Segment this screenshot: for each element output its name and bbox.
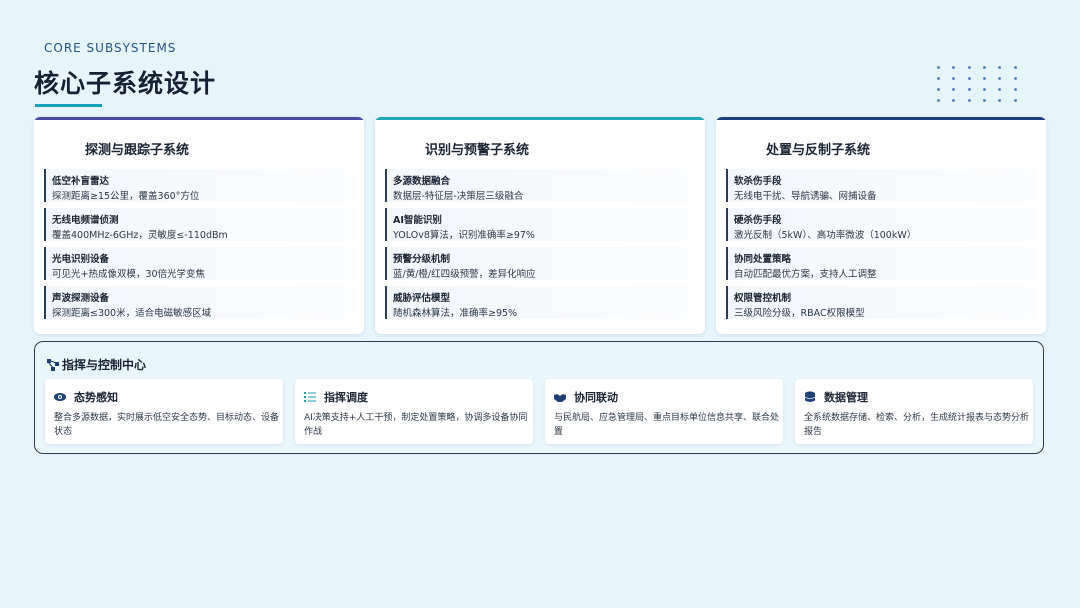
list-item: AI智能识别 YOLOv8算法，识别准确率≥97% (385, 208, 695, 241)
module-desc: 与民航局、应急管理局、重点目标单位信息共享、联合处置 (554, 413, 780, 437)
item-heading: 无线电频谱侦测 (52, 215, 119, 226)
card-accent-bar (375, 117, 705, 120)
command-center-title: 指挥与控制中心 (62, 358, 147, 372)
database-icon (804, 391, 816, 402)
module-card-coordination: 协同联动 与民航局、应急管理局、重点目标单位信息共享、联合处置 (545, 379, 783, 444)
module-desc: 全系统数据存储、检索、分析，生成统计报表与态势分析报告 (804, 413, 1030, 437)
list-item: 无线电频谱侦测覆盖400MHz-6GHz，灵敏度≤-110dBm (44, 208, 354, 241)
item-heading: 硬杀伤手段 (734, 215, 782, 226)
item-heading: AI智能识别 (393, 215, 442, 226)
item-desc: 激光反制（5kW）、高功率微波（100kW） (734, 230, 917, 241)
item-heading: 威胁评估模型 (393, 293, 451, 304)
list-item: 多源数据融合数据层-特征层-决策层三级融合 (385, 169, 695, 202)
list-item: 低空补盲雷达探测距离≥15公里，覆盖360°方位 (44, 169, 354, 202)
module-title: 指挥调度 (324, 391, 368, 404)
item-heading: 光电识别设备 (52, 254, 110, 265)
list-item: 权限管控机制三级风险分级，RBAC权限模型 (726, 286, 1036, 319)
list-item: 软杀伤手段无线电干扰、导航诱骗、网捕设备 (726, 169, 1036, 202)
command-center-panel: 指挥与控制中心 态势感知 整合多源数据，实时展示低空安全态势、目标动态、设备状态… (34, 341, 1044, 454)
module-card-data: 数据管理 全系统数据存储、检索、分析，生成统计报表与态势分析报告 (795, 379, 1033, 444)
item-desc: 数据层-特征层-决策层三级融合 (393, 191, 524, 202)
item-desc: 探测距离≤300米，适合电磁敏感区域 (52, 308, 212, 319)
item-heading: 权限管控机制 (734, 293, 792, 304)
eye-icon (54, 393, 66, 401)
list-item: 协同处置策略自动匹配最优方案，支持人工调整 (726, 247, 1036, 280)
item-heading: 预警分级机制 (393, 254, 451, 265)
subsystem-card-detection: 探测与跟踪子系统 低空补盲雷达探测距离≥15公里，覆盖360°方位 无线电频谱侦… (34, 117, 364, 334)
item-desc: 无线电干扰、导航诱骗、网捕设备 (734, 191, 877, 202)
card-accent-bar (34, 117, 364, 120)
module-title: 协同联动 (574, 391, 618, 404)
network-icon (47, 358, 59, 371)
card-title: 识别与预警子系统 (425, 143, 530, 158)
card-title: 探测与跟踪子系统 (85, 143, 190, 158)
item-desc: YOLOv8算法，识别准确率≥97% (393, 230, 535, 241)
item-desc: 自动匹配最优方案，支持人工调整 (734, 269, 877, 280)
list-item: 声波探测设备探测距离≤300米，适合电磁敏感区域 (44, 286, 354, 319)
card-title: 处置与反制子系统 (766, 143, 871, 158)
list-item: 光电识别设备可见光+热成像双模，30倍光学变焦 (44, 247, 354, 280)
handshake-icon (554, 394, 566, 402)
item-desc: 蓝/黄/橙/红四级预警，差异化响应 (393, 269, 536, 280)
list-icon (304, 392, 316, 402)
item-heading: 协同处置策略 (734, 254, 792, 265)
subsystem-card-countermeasure: 处置与反制子系统 软杀伤手段无线电干扰、导航诱骗、网捕设备 硬杀伤手段激光反制（… (716, 117, 1046, 334)
item-desc: 随机森林算法，准确率≥95% (393, 308, 518, 319)
title-underline (35, 104, 102, 107)
decorative-dot-grid (937, 66, 1029, 110)
list-item: 硬杀伤手段激光反制（5kW）、高功率微波（100kW） (726, 208, 1036, 241)
module-title: 数据管理 (824, 391, 868, 404)
list-item: 预警分级机制蓝/黄/橙/红四级预警，差异化响应 (385, 247, 695, 280)
module-desc: AI决策支持+人工干预，制定处置策略，协调多设备协同作战 (304, 413, 528, 437)
item-desc: 可见光+热成像双模，30倍光学变焦 (52, 269, 206, 280)
module-title: 态势感知 (74, 391, 118, 404)
module-card-situation: 态势感知 整合多源数据，实时展示低空安全态势、目标动态、设备状态 (45, 379, 283, 444)
page-title: 核心子系统设计 (34, 69, 217, 98)
module-card-dispatch: 指挥调度 AI决策支持+人工干预，制定处置策略，协调多设备协同作战 (295, 379, 533, 444)
item-heading: 多源数据融合 (393, 176, 451, 187)
item-desc: 探测距离≥15公里，覆盖360°方位 (52, 191, 200, 202)
item-desc: 三级风险分级，RBAC权限模型 (734, 308, 865, 319)
module-desc: 整合多源数据，实时展示低空安全态势、目标动态、设备状态 (54, 413, 280, 437)
subsystem-card-recognition: 识别与预警子系统 多源数据融合数据层-特征层-决策层三级融合 AI智能识别 YOL… (375, 117, 705, 334)
item-heading: 低空补盲雷达 (52, 176, 110, 187)
item-heading: 声波探测设备 (52, 293, 110, 304)
item-heading: 软杀伤手段 (734, 176, 782, 187)
item-desc: 覆盖400MHz-6GHz，灵敏度≤-110dBm (52, 230, 228, 241)
eyebrow-label: CORE SUBSYSTEMS (44, 41, 177, 55)
card-accent-bar (716, 117, 1046, 120)
list-item: 威胁评估模型随机森林算法，准确率≥95% (385, 286, 695, 319)
